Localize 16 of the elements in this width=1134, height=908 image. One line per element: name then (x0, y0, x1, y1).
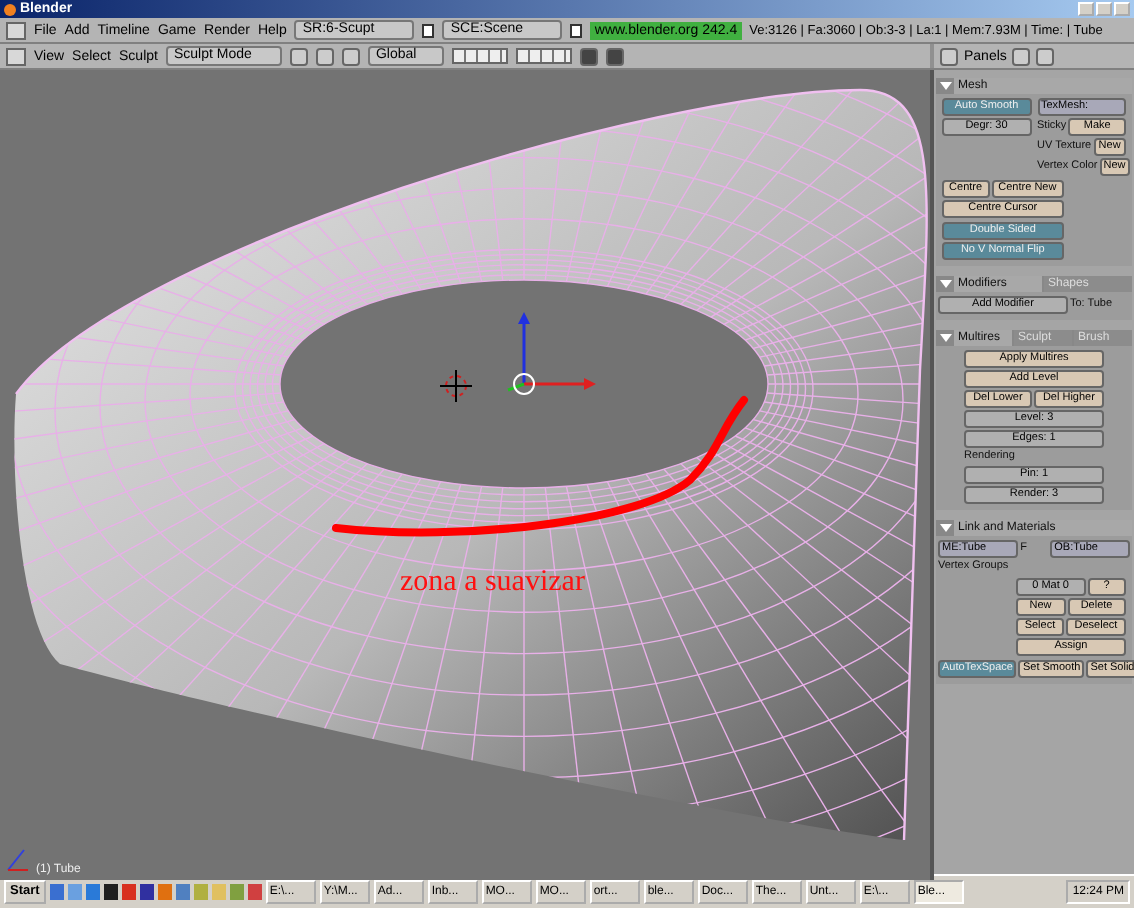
close-icon[interactable] (570, 23, 583, 37)
collapse-triangle-icon[interactable] (940, 80, 952, 92)
close-button[interactable] (1114, 2, 1130, 16)
transform-gizmo[interactable] (507, 312, 596, 395)
blender-logo-icon (4, 3, 16, 15)
axis-icon (7, 849, 29, 871)
collapse-triangle-icon[interactable] (940, 332, 952, 344)
minimize-button[interactable] (1078, 2, 1094, 16)
collapse-triangle-icon[interactable] (940, 522, 952, 534)
collapse-triangle-icon[interactable] (940, 278, 952, 290)
3d-cursor-icon (439, 369, 473, 403)
close-icon[interactable] (422, 23, 435, 37)
annotation-text: zona a suavizar (400, 566, 585, 600)
layer-grid-icon[interactable] (515, 48, 572, 64)
layer-grid-icon[interactable] (451, 48, 508, 64)
maximize-button[interactable] (1096, 2, 1112, 16)
